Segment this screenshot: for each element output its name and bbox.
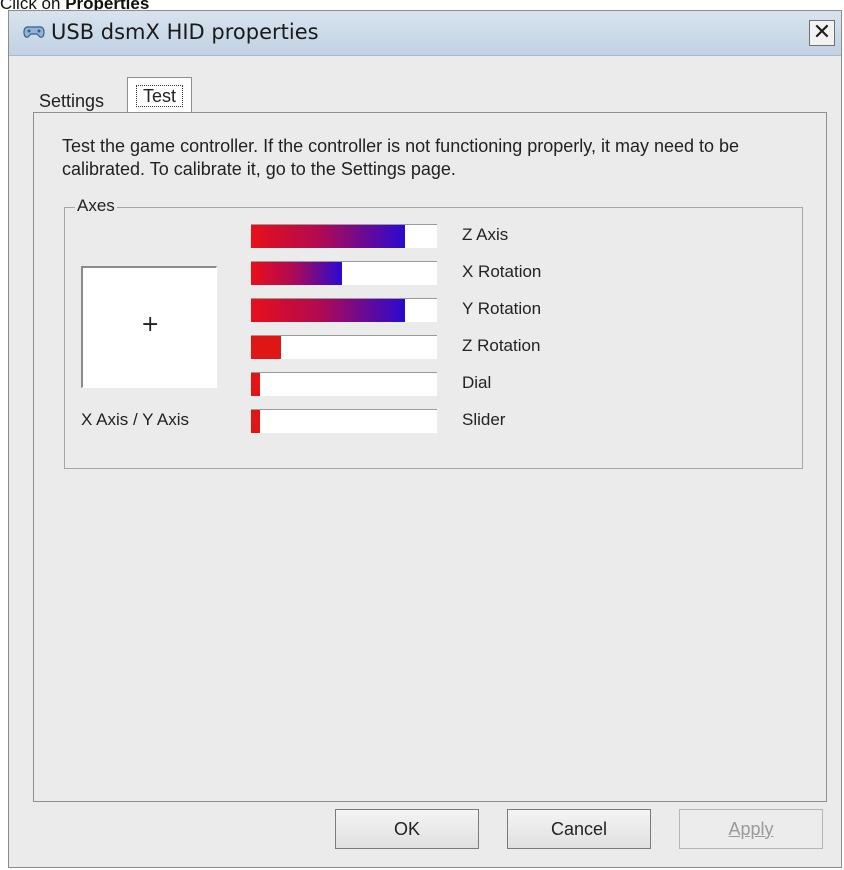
xy-axis-label: X Axis / Y Axis	[81, 410, 190, 429]
axis-bar-dial: Dial	[251, 372, 751, 396]
bar-track	[251, 261, 437, 285]
bar-label: Dial	[462, 373, 492, 392]
ok-button[interactable]: OK	[335, 809, 479, 849]
cancel-button[interactable]: Cancel	[507, 809, 651, 849]
tab-settings[interactable]: Settings	[39, 91, 104, 112]
axes-group-label: Axes	[75, 196, 117, 216]
axes-group: Axes + X Axis / Y Axis Z Axis X Rotation…	[64, 196, 803, 469]
game-controller-icon	[23, 26, 45, 38]
bar-label: Slider	[462, 410, 506, 429]
tab-test[interactable]: Test	[127, 77, 193, 113]
properties-dialog: USB dsmX HID properties ✕ Settings Test …	[8, 10, 842, 868]
crosshair-icon: +	[141, 312, 160, 337]
bar-fill	[251, 373, 261, 396]
bar-fill	[251, 336, 281, 359]
close-button[interactable]: ✕	[809, 20, 835, 46]
window-title: USB dsmX HID properties	[51, 20, 319, 44]
bar-label: Z Axis	[462, 225, 509, 244]
axis-bar-slider: Slider	[251, 409, 751, 433]
axis-bar-y-rotation: Y Rotation	[251, 298, 751, 322]
tab-test-label: Test	[136, 84, 184, 107]
bar-track	[251, 298, 437, 322]
xy-axis-display: +	[81, 266, 217, 388]
bar-fill	[251, 225, 406, 248]
bar-fill	[251, 262, 343, 285]
apply-button[interactable]: Apply	[679, 809, 823, 849]
bar-label: X Rotation	[462, 262, 542, 281]
bar-track	[251, 335, 437, 359]
instructions-text: Test the game controller. If the control…	[62, 136, 740, 179]
bar-label: Y Rotation	[462, 299, 542, 318]
axis-bar-z-axis: Z Axis	[251, 224, 751, 248]
apply-button-label: Apply	[728, 818, 774, 839]
axis-bar-x-rotation: X Rotation	[251, 261, 751, 285]
bar-track	[251, 224, 437, 248]
axis-bar-z-rotation: Z Rotation	[251, 335, 751, 359]
bar-track	[251, 372, 437, 396]
bar-fill	[251, 299, 406, 322]
close-icon: ✕	[812, 20, 832, 45]
test-tab-panel: Test the game controller. If the control…	[33, 112, 827, 802]
bar-label: Z Rotation	[462, 336, 541, 355]
bar-track	[251, 409, 437, 433]
title-bar[interactable]: USB dsmX HID properties ✕	[9, 11, 841, 56]
bar-fill	[251, 410, 261, 433]
